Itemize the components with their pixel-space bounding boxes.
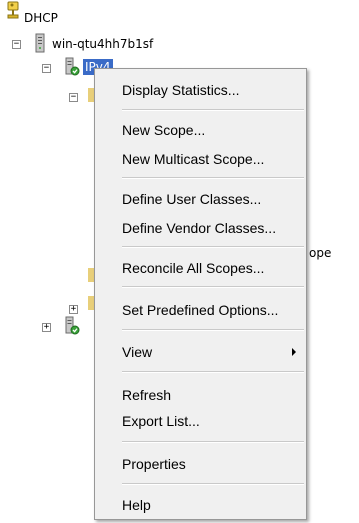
menu-item-label: Set Predefined Options... bbox=[122, 302, 279, 318]
menu-item-label: Define Vendor Classes... bbox=[122, 220, 277, 236]
expand-ipv6-toggle[interactable]: + bbox=[42, 323, 51, 332]
dhcp-root-icon bbox=[6, 1, 22, 22]
menu-item-label: View bbox=[122, 344, 153, 360]
ipv6-icon bbox=[64, 316, 80, 339]
expand-folder-toggle[interactable]: + bbox=[69, 305, 78, 314]
menu-item-label: New Multicast Scope... bbox=[122, 151, 265, 167]
ipv4-icon bbox=[64, 57, 80, 80]
menu-item-new-scope[interactable]: New Scope... bbox=[97, 119, 304, 141]
menu-item-new-multicast-scope[interactable]: New Multicast Scope... bbox=[97, 148, 304, 170]
menu-separator bbox=[122, 286, 304, 288]
server-icon bbox=[34, 33, 46, 56]
menu-item-label: Help bbox=[122, 497, 151, 513]
menu-item-define-user-classes[interactable]: Define User Classes... bbox=[97, 188, 304, 210]
menu-item-label: Export List... bbox=[122, 413, 200, 429]
menu-item-display-statistics[interactable]: Display Statistics... bbox=[97, 79, 304, 101]
menu-item-label: Display Statistics... bbox=[122, 82, 240, 98]
submenu-arrow-icon bbox=[292, 348, 296, 356]
menu-separator bbox=[122, 177, 304, 179]
menu-item-set-predefined-options[interactable]: Set Predefined Options... bbox=[97, 299, 304, 321]
menu-item-label: Refresh bbox=[122, 387, 172, 403]
menu-separator bbox=[122, 329, 304, 331]
menu-item-properties[interactable]: Properties bbox=[97, 453, 304, 475]
tree-item-dhcp[interactable]: DHCP bbox=[24, 10, 58, 26]
menu-item-reconcile-all-scopes[interactable]: Reconcile All Scopes... bbox=[97, 257, 304, 279]
menu-item-export-list[interactable]: Export List... bbox=[97, 410, 304, 432]
collapse-ipv4-toggle[interactable]: − bbox=[42, 64, 51, 73]
collapse-server-toggle[interactable]: − bbox=[12, 40, 21, 49]
collapse-scope-toggle[interactable]: − bbox=[69, 93, 78, 102]
menu-item-label: Reconcile All Scopes... bbox=[122, 260, 265, 276]
menu-item-define-vendor-classes[interactable]: Define Vendor Classes... bbox=[97, 217, 304, 239]
menu-item-view[interactable]: View bbox=[97, 341, 304, 363]
menu-separator bbox=[122, 371, 304, 373]
menu-item-refresh[interactable]: Refresh bbox=[97, 384, 304, 406]
context-menu: Display Statistics... New Scope... New M… bbox=[94, 68, 307, 520]
menu-separator bbox=[122, 483, 304, 485]
menu-separator bbox=[122, 109, 304, 111]
menu-item-label: Properties bbox=[122, 456, 186, 472]
menu-separator bbox=[122, 246, 304, 248]
menu-item-label: Define User Classes... bbox=[122, 191, 262, 207]
menu-item-label: New Scope... bbox=[122, 122, 206, 138]
tree-item-server[interactable]: win-qtu4hh7b1sf bbox=[52, 36, 153, 52]
menu-separator bbox=[122, 441, 304, 443]
menu-item-help[interactable]: Help bbox=[97, 494, 304, 516]
scope-partial-label: ope bbox=[309, 246, 332, 260]
